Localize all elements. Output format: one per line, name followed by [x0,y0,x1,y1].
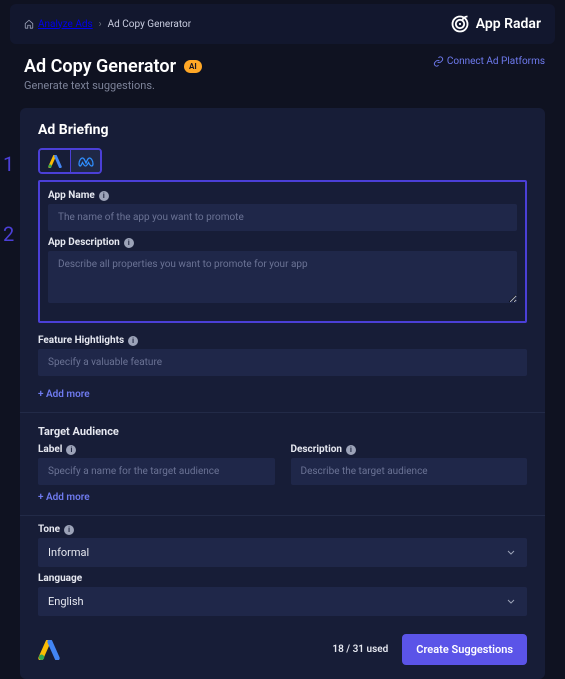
divider [20,412,545,413]
breadcrumb-root[interactable]: Analyze Ads [24,19,93,30]
platform-google-ads-tab[interactable] [40,150,70,172]
ad-briefing-panel: Ad Briefing App Name i App Description [20,108,545,679]
topbar: Analyze Ads › Ad Copy Generator App Rada… [10,4,555,44]
language-select[interactable]: English [38,587,527,616]
feature-highlight-input[interactable] [38,349,527,376]
breadcrumb-chevron-icon: › [99,19,102,30]
brand-name: App Radar [476,16,541,32]
panel-title: Ad Briefing [20,122,545,148]
create-suggestions-button[interactable]: Create Suggestions [402,634,527,665]
info-icon[interactable]: i [124,238,134,248]
language-field: Language English [20,573,545,616]
tone-select[interactable]: Informal [38,538,527,567]
feature-highlights-label: Feature Hightlights [38,335,124,346]
add-audience-button[interactable]: + Add more [20,488,108,507]
page-header: Ad Copy Generator AI Generate text sugge… [0,48,565,104]
platform-meta-tab[interactable] [70,150,100,172]
info-icon[interactable]: i [128,336,138,346]
home-icon [24,19,34,29]
app-name-label: App Name [48,190,95,201]
app-info-group: App Name i App Description i [38,180,527,323]
page-title: Ad Copy Generator [24,56,176,77]
tone-field: Tone i Informal [20,524,545,567]
info-icon[interactable]: i [99,191,109,201]
info-icon[interactable]: i [346,445,356,455]
breadcrumb-root-label: Analyze Ads [38,19,93,30]
breadcrumb: Analyze Ads › Ad Copy Generator [24,19,191,30]
platform-toggle [38,148,102,174]
audience-label-label: Label [38,444,62,455]
divider [20,515,545,516]
panel-footer: 18 / 31 used Create Suggestions [20,622,545,665]
info-icon[interactable]: i [66,445,76,455]
target-audience-section-label: Target Audience [20,421,545,444]
app-name-input[interactable] [48,204,517,231]
usage-counter: 18 / 31 used [332,644,388,655]
audience-label-input[interactable] [38,458,275,485]
connect-platforms-link[interactable]: Connect Ad Platforms [433,56,545,67]
google-ads-icon [48,155,62,168]
breadcrumb-leaf-label: Ad Copy Generator [108,19,191,30]
feature-highlights-field: Feature Hightlights i [20,335,545,376]
annotation-marker-2: 2 [3,222,14,246]
link-icon [433,56,444,67]
app-description-input[interactable] [48,251,517,303]
connect-platforms-label: Connect Ad Platforms [447,56,545,67]
tone-label: Tone [38,524,60,535]
app-name-field: App Name i [48,190,517,231]
language-label: Language [38,573,82,584]
google-ads-icon [38,640,60,660]
app-description-field: App Description i [48,237,517,307]
topbar-shell: Analyze Ads › Ad Copy Generator App Rada… [10,4,555,44]
annotation-marker-1: 1 [3,152,14,176]
page-subtitle: Generate text suggestions. [24,79,202,92]
meta-icon [78,156,94,167]
audience-description-input[interactable] [291,458,528,485]
add-feature-button[interactable]: + Add more [20,385,108,404]
app-description-label: App Description [48,237,120,248]
radar-icon [450,14,470,34]
ai-badge: AI [184,60,202,73]
audience-description-label: Description [291,444,342,455]
info-icon[interactable]: i [64,525,74,535]
target-audience-row: Label i Description i [20,444,545,485]
brand: App Radar [450,14,541,34]
